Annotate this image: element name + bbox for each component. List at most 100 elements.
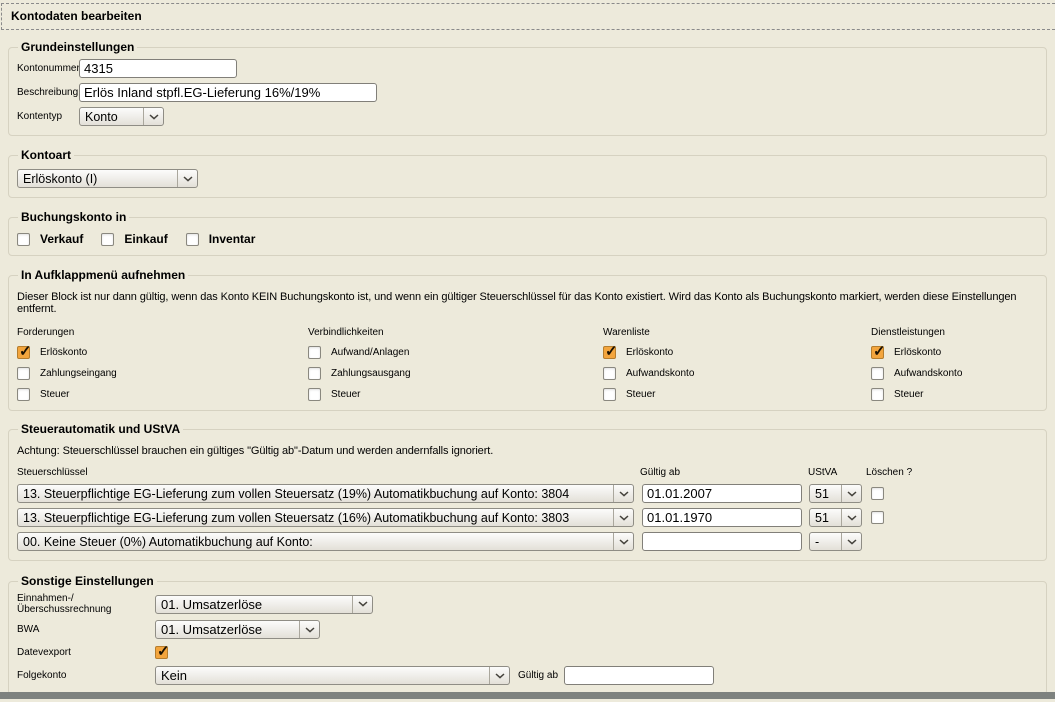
beschreibung-input[interactable] (79, 83, 377, 102)
column-verbindlichkeiten: Verbindlichkeiten Aufwand/Anlagen Zahlun… (308, 327, 603, 401)
chevron-down-icon (352, 596, 372, 613)
column-warenliste-header: Warenliste (603, 327, 871, 338)
checkbox-warenliste-aufwandskonto[interactable] (603, 367, 616, 380)
euer-select[interactable]: 01. Umsatzerlöse (155, 595, 373, 614)
tax-row: 13. Steuerpflichtige EG-Lieferung zum vo… (17, 508, 1038, 527)
checkbox-forderungen-erloeskonto[interactable] (17, 346, 30, 359)
checkbox-label: Erlöskonto (894, 347, 941, 358)
footer-bar (0, 692, 1055, 699)
steuerschluessel-select-1[interactable]: 13. Steuerpflichtige EG-Lieferung zum vo… (17, 484, 634, 503)
checkbox-forderungen-steuer[interactable] (17, 388, 30, 401)
folgekonto-select[interactable]: Kein (155, 666, 510, 685)
checkbox-inventar-label: Inventar (209, 232, 256, 246)
section-grundeinstellungen-legend: Grundeinstellungen (18, 40, 137, 54)
bwa-label: BWA (17, 624, 155, 635)
aufklappmenu-note: Dieser Block ist nur dann gültig, wenn d… (17, 291, 1038, 315)
section-kontoart: Kontoart Erlöskonto (I) (8, 148, 1047, 198)
section-aufklappmenu: In Aufklappmenü aufnehmen Dieser Block i… (8, 268, 1047, 411)
kontonummer-input[interactable] (79, 59, 237, 78)
chevron-down-icon (841, 533, 861, 550)
checkbox-label: Zahlungsausgang (331, 368, 411, 379)
section-sonstige: Sonstige Einstellungen Einnahmen-/Übersc… (8, 574, 1047, 695)
ustva-select-2-value: 51 (815, 511, 837, 525)
folgekonto-select-value: Kein (161, 668, 485, 683)
col-header-loeschen: Löschen ? (866, 467, 912, 478)
chevron-down-icon (143, 108, 163, 125)
column-dienstleistungen: Dienstleistungen Erlöskonto Aufwandskont… (871, 327, 1038, 401)
folgekonto-gueltig-ab-input[interactable] (564, 666, 714, 685)
tax-row: 00. Keine Steuer (0%) Automatikbuchung a… (17, 532, 1038, 551)
steuerschluessel-select-2[interactable]: 13. Steuerpflichtige EG-Lieferung zum vo… (17, 508, 634, 527)
euer-label: Einnahmen-/Überschussrechnung (17, 593, 155, 615)
ustva-select-1-value: 51 (815, 487, 837, 501)
steuerschluessel-select-2-value: 13. Steuerpflichtige EG-Lieferung zum vo… (23, 511, 609, 525)
ustva-select-1[interactable]: 51 (809, 484, 862, 503)
checkbox-verbindlichkeiten-steuer[interactable] (308, 388, 321, 401)
checkbox-label: Erlöskonto (40, 347, 87, 358)
kontonummer-label: Kontonummer (17, 63, 79, 74)
checkbox-einkauf[interactable] (101, 233, 114, 246)
tax-row: 13. Steuerpflichtige EG-Lieferung zum vo… (17, 484, 1038, 503)
steuerautomatik-warning: Achtung: Steuerschlüssel brauchen ein gü… (17, 445, 1038, 457)
beschreibung-label: Beschreibung (17, 87, 79, 98)
section-buchungskonto: Buchungskonto in Verkauf Einkauf Inventa… (8, 210, 1047, 256)
checkbox-inventar[interactable] (186, 233, 199, 246)
col-header-steuerschluessel: Steuerschlüssel (17, 467, 88, 478)
checkbox-label: Aufwandskonto (626, 368, 694, 379)
checkbox-dienstleistungen-steuer[interactable] (871, 388, 884, 401)
folgekonto-gueltig-ab-label: Gültig ab (518, 670, 558, 681)
section-aufklappmenu-legend: In Aufklappmenü aufnehmen (18, 268, 188, 282)
bwa-select[interactable]: 01. Umsatzerlöse (155, 620, 320, 639)
checkbox-warenliste-steuer[interactable] (603, 388, 616, 401)
euer-select-value: 01. Umsatzerlöse (161, 597, 348, 612)
ustva-select-2[interactable]: 51 (809, 508, 862, 527)
checkbox-label: Zahlungseingang (40, 368, 117, 379)
page-title: Kontodaten bearbeiten (1, 3, 1055, 30)
loeschen-checkbox-1[interactable] (871, 487, 884, 500)
checkbox-warenliste-erloeskonto[interactable] (603, 346, 616, 359)
chevron-down-icon (613, 485, 633, 502)
section-buchungskonto-legend: Buchungskonto in (18, 210, 129, 224)
column-verbindlichkeiten-header: Verbindlichkeiten (308, 327, 603, 338)
checkbox-verkauf[interactable] (17, 233, 30, 246)
bwa-select-value: 01. Umsatzerlöse (161, 622, 295, 637)
checkbox-label: Steuer (40, 389, 69, 400)
checkbox-label: Erlöskonto (626, 347, 673, 358)
steuerschluessel-select-3[interactable]: 00. Keine Steuer (0%) Automatikbuchung a… (17, 532, 634, 551)
section-steuerautomatik-legend: Steuerautomatik und UStVA (18, 422, 183, 436)
steuerschluessel-select-1-value: 13. Steuerpflichtige EG-Lieferung zum vo… (23, 487, 609, 501)
kontentyp-select-value: Konto (85, 110, 139, 124)
chevron-down-icon (613, 533, 633, 550)
checkbox-label: Steuer (331, 389, 360, 400)
datevexport-checkbox[interactable] (155, 646, 168, 659)
column-forderungen-header: Forderungen (17, 327, 308, 338)
checkbox-forderungen-zahlungseingang[interactable] (17, 367, 30, 380)
section-grundeinstellungen: Grundeinstellungen Kontonummer Beschreib… (8, 40, 1047, 136)
checkbox-einkauf-label: Einkauf (124, 232, 167, 246)
checkbox-verbindlichkeiten-zahlungsausgang[interactable] (308, 367, 321, 380)
checkbox-dienstleistungen-aufwandskonto[interactable] (871, 367, 884, 380)
checkbox-label: Steuer (894, 389, 923, 400)
gueltig-ab-input-3[interactable] (642, 532, 802, 551)
column-warenliste: Warenliste Erlöskonto Aufwandskonto Steu… (603, 327, 871, 401)
ustva-select-3[interactable]: - (809, 532, 862, 551)
chevron-down-icon (489, 667, 509, 684)
column-dienstleistungen-header: Dienstleistungen (871, 327, 1038, 338)
loeschen-checkbox-2[interactable] (871, 511, 884, 524)
kontoart-select[interactable]: Erlöskonto (I) (17, 169, 198, 188)
gueltig-ab-input-1[interactable] (642, 484, 802, 503)
section-steuerautomatik: Steuerautomatik und UStVA Achtung: Steue… (8, 422, 1047, 561)
kontentyp-select[interactable]: Konto (79, 107, 164, 126)
folgekonto-label: Folgekonto (17, 670, 155, 681)
gueltig-ab-input-2[interactable] (642, 508, 802, 527)
chevron-down-icon (613, 509, 633, 526)
checkbox-label: Steuer (626, 389, 655, 400)
chevron-down-icon (299, 621, 319, 638)
col-header-ustva: UStVA (808, 467, 837, 478)
checkbox-dienstleistungen-erloeskonto[interactable] (871, 346, 884, 359)
section-kontoart-legend: Kontoart (18, 148, 74, 162)
kontoart-select-value: Erlöskonto (I) (23, 172, 173, 186)
chevron-down-icon (177, 170, 197, 187)
checkbox-verbindlichkeiten-aufwand-anlagen[interactable] (308, 346, 321, 359)
kontentyp-label: Kontentyp (17, 111, 79, 122)
